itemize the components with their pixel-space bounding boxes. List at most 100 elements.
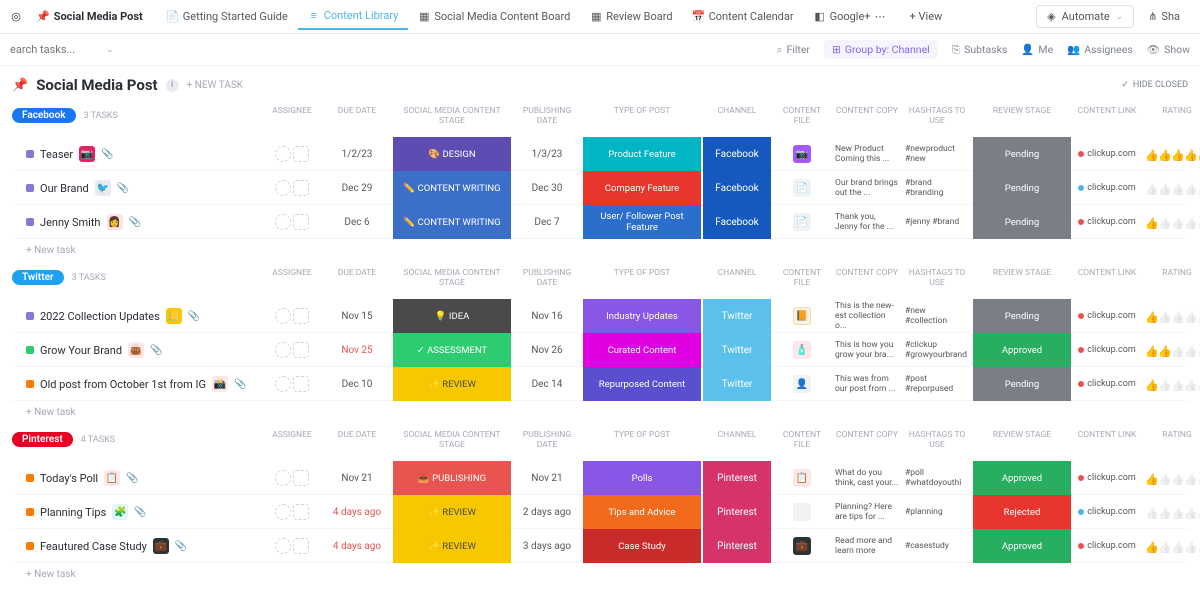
review-pill[interactable]: Rejected [973, 495, 1071, 529]
task-row[interactable]: Our Brand 🐦 📎 Dec 29 ✏️ CONTENT WRITING … [12, 171, 1188, 205]
publish-date[interactable]: Nov 21 [512, 473, 582, 484]
thumb-icon[interactable] [1171, 378, 1183, 390]
thumb-icon[interactable] [1145, 216, 1157, 228]
calendar-placeholder[interactable] [293, 538, 309, 554]
due-date[interactable]: 1/2/23 [322, 149, 392, 160]
thumb-icon[interactable] [1158, 148, 1170, 160]
review-pill[interactable]: Pending [973, 137, 1071, 171]
thumb-icon[interactable] [1171, 506, 1183, 518]
calendar-placeholder[interactable] [293, 504, 309, 520]
thumb-icon[interactable] [1158, 182, 1170, 194]
search-input[interactable] [10, 43, 100, 56]
type-pill[interactable]: User/ Follower Post Feature [583, 205, 701, 239]
channel-pill[interactable]: Facebook [703, 171, 771, 205]
channel-pill[interactable]: Twitter [703, 299, 771, 333]
copy-cell[interactable]: Thank you, Jenny for the ... [832, 212, 902, 232]
thumb-icon[interactable] [1171, 216, 1183, 228]
type-pill[interactable]: Tips and Advice [583, 495, 701, 529]
filter-chip[interactable]: 👤Me [1021, 43, 1053, 56]
thumb-icon[interactable] [1171, 472, 1183, 484]
review-pill[interactable]: Pending [973, 367, 1071, 401]
file-cell[interactable]: 🧴 [772, 341, 832, 359]
stage-pill[interactable]: ✨ REVIEW [393, 495, 511, 529]
channel-pill[interactable]: Pinterest [703, 495, 771, 529]
thumb-icon[interactable] [1184, 506, 1196, 518]
calendar-placeholder[interactable] [293, 214, 309, 230]
hashtag-cell[interactable]: #planning [902, 507, 972, 517]
publish-date[interactable]: Dec 14 [512, 379, 582, 390]
link-cell[interactable]: clickup.com [1072, 345, 1142, 355]
stage-pill[interactable]: ✏️ CONTENT WRITING [393, 171, 511, 205]
task-name-cell[interactable]: 2022 Collection Updates 📒 📎 [12, 308, 262, 324]
publish-date[interactable]: Dec 30 [512, 183, 582, 194]
link-cell[interactable]: clickup.com [1072, 149, 1142, 159]
filter-chip[interactable]: ⌕Filter [777, 43, 810, 57]
thumb-icon[interactable] [1171, 540, 1183, 552]
file-cell[interactable]: 📄 [772, 179, 832, 197]
nav-tab[interactable]: ≡Content Library [298, 3, 409, 30]
task-row[interactable]: Old post from October 1st from IG 📸 📎 De… [12, 367, 1188, 401]
thumb-icon[interactable] [1158, 344, 1170, 356]
task-name-cell[interactable]: Feautured Case Study 💼 📎 [12, 538, 262, 554]
stage-pill[interactable]: 📤 PUBLISHING [393, 461, 511, 495]
assignee-placeholder[interactable] [275, 470, 291, 486]
rating-cell[interactable] [1142, 182, 1200, 194]
file-cell[interactable]: 👤 [772, 375, 832, 393]
filter-chip[interactable]: 👁Show [1147, 43, 1190, 56]
task-name-cell[interactable]: Planning Tips 🧩 📎 [12, 504, 262, 520]
copy-cell[interactable]: What do you think, cast your... [832, 468, 902, 488]
assignee-cell[interactable] [262, 342, 322, 358]
thumb-icon[interactable] [1184, 540, 1196, 552]
type-pill[interactable]: Product Feature [583, 137, 701, 171]
channel-pill[interactable]: Twitter [703, 367, 771, 401]
attachment-icon[interactable]: 📎 [175, 541, 187, 552]
stage-pill[interactable]: ✨ REVIEW [393, 529, 511, 563]
thumb-icon[interactable] [1184, 182, 1196, 194]
automate-button[interactable]: ◈ Automate ⌄ [1036, 5, 1134, 28]
file-cell[interactable]: 📷 [772, 145, 832, 163]
thumb-icon[interactable] [1145, 378, 1157, 390]
hashtag-cell[interactable]: #new #collection [902, 306, 972, 326]
thumb-icon[interactable] [1184, 310, 1196, 322]
attachment-icon[interactable]: 📎 [117, 183, 129, 194]
hashtag-cell[interactable]: #clickup #growyourbrand [902, 340, 972, 360]
channel-pill[interactable]: Twitter [703, 333, 771, 367]
channel-pill[interactable]: Pinterest [703, 461, 771, 495]
thumb-icon[interactable] [1171, 344, 1183, 356]
hashtag-cell[interactable]: #jenny #brand [902, 217, 972, 227]
due-date[interactable]: Nov 25 [322, 345, 392, 356]
assignee-cell[interactable] [262, 538, 322, 554]
hashtag-cell[interactable]: #poll #whatdoyouthi [902, 468, 972, 488]
attachment-icon[interactable]: 📎 [129, 217, 141, 228]
hashtag-cell[interactable]: #brand #branding [902, 178, 972, 198]
type-pill[interactable]: Polls [583, 461, 701, 495]
chevron-down-icon[interactable]: ⌄ [106, 45, 114, 55]
publish-date[interactable]: 3 days ago [512, 541, 582, 552]
hashtag-cell[interactable]: #post #reporpused [902, 374, 972, 394]
rating-cell[interactable] [1142, 540, 1200, 552]
calendar-placeholder[interactable] [293, 180, 309, 196]
assignee-placeholder[interactable] [275, 308, 291, 324]
link-cell[interactable]: clickup.com [1072, 473, 1142, 483]
copy-cell[interactable]: Our brand brings out the ... [832, 178, 902, 198]
rating-cell[interactable] [1142, 310, 1200, 322]
stage-pill[interactable]: 🎨 DESIGN [393, 137, 511, 171]
review-pill[interactable]: Approved [973, 529, 1071, 563]
assignee-placeholder[interactable] [275, 376, 291, 392]
link-cell[interactable]: clickup.com [1072, 379, 1142, 389]
filter-chip[interactable]: 👥Assignees [1067, 43, 1133, 56]
calendar-placeholder[interactable] [293, 470, 309, 486]
due-date[interactable]: Dec 10 [322, 379, 392, 390]
nav-view[interactable]: + View [900, 4, 953, 29]
filter-chip[interactable]: ⊞Group by: Channel [824, 40, 938, 59]
type-pill[interactable]: Curated Content [583, 333, 701, 367]
calendar-placeholder[interactable] [293, 308, 309, 324]
assignee-cell[interactable] [262, 146, 322, 162]
rating-cell[interactable] [1142, 472, 1200, 484]
hashtag-cell[interactable]: #newproduct #new [902, 144, 972, 164]
file-cell[interactable]: 💼 [772, 537, 832, 555]
link-cell[interactable]: clickup.com [1072, 507, 1142, 517]
new-task-row[interactable]: + New task [12, 239, 1188, 258]
task-row[interactable]: Teaser 📷 📎 1/2/23 🎨 DESIGN 1/3/23 Produc… [12, 137, 1188, 171]
thumb-icon[interactable] [1184, 378, 1196, 390]
